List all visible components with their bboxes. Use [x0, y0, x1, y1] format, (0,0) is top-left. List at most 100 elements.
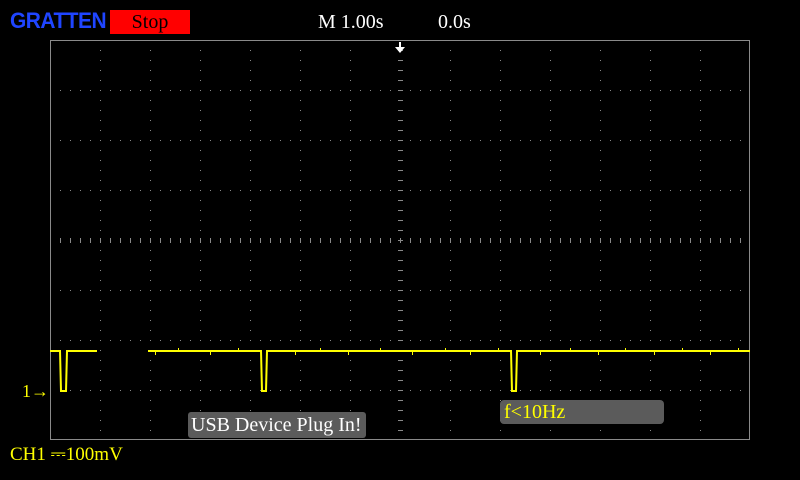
center-tick — [650, 238, 651, 243]
trace-noise-spike — [710, 351, 711, 355]
grid-dot — [100, 360, 101, 361]
grid-dot — [100, 270, 101, 271]
grid-dot — [370, 340, 371, 341]
grid-dot — [450, 110, 451, 111]
center-tick — [690, 238, 691, 243]
grid-dot — [60, 140, 61, 141]
brand-logo: GRATTEN — [10, 8, 107, 33]
usb-notice: USB Device Plug In! — [188, 412, 366, 438]
grid-dot — [550, 320, 551, 321]
center-tick — [230, 238, 231, 243]
grid-dot — [650, 370, 651, 371]
trace-noise-spike — [320, 348, 321, 352]
grid-dot — [700, 410, 701, 411]
grid-dot — [110, 340, 111, 341]
center-tick — [398, 130, 403, 131]
center-tick — [520, 238, 521, 243]
grid-dot — [120, 140, 121, 141]
grid-dot — [520, 340, 521, 341]
grid-dot — [190, 340, 191, 341]
grid-dot — [200, 190, 201, 191]
grid-dot — [700, 380, 701, 381]
grid-dot — [350, 290, 351, 291]
grid-dot — [310, 90, 311, 91]
grid-dot — [350, 300, 351, 301]
grid-dot — [200, 280, 201, 281]
grid-dot — [440, 190, 441, 191]
grid-dot — [550, 290, 551, 291]
center-tick — [190, 238, 191, 243]
grid-dot — [250, 300, 251, 301]
grid-dot — [550, 100, 551, 101]
grid-dot — [450, 130, 451, 131]
grid-dot — [500, 430, 501, 431]
grid-dot — [200, 100, 201, 101]
grid-dot — [150, 370, 151, 371]
grid-dot — [270, 140, 271, 141]
grid-dot — [390, 140, 391, 141]
grid-dot — [700, 60, 701, 61]
grid-dot — [360, 390, 361, 391]
grid-dot — [200, 250, 201, 251]
grid-dot — [450, 370, 451, 371]
grid-dot — [550, 230, 551, 231]
grid-dot — [500, 150, 501, 151]
grid-dot — [500, 130, 501, 131]
grid-dot — [160, 140, 161, 141]
ch1-scale-readout[interactable]: CH1 ⎓100mV — [10, 443, 123, 467]
grid-dot — [720, 140, 721, 141]
grid-dot — [700, 400, 701, 401]
grid-dot — [440, 90, 441, 91]
grid-dot — [650, 310, 651, 311]
grid-dot — [150, 310, 151, 311]
grid-dot — [150, 110, 151, 111]
grid-dot — [290, 390, 291, 391]
center-tick — [450, 238, 451, 243]
grid-dot — [300, 230, 301, 231]
trace-noise-spike — [498, 348, 499, 352]
grid-dot — [500, 250, 501, 251]
center-tick — [300, 238, 301, 243]
grid-dot — [300, 310, 301, 311]
grid-dot — [290, 290, 291, 291]
grid-dot — [600, 320, 601, 321]
grid-dot — [150, 210, 151, 211]
grid-dot — [120, 290, 121, 291]
grid-dot — [690, 340, 691, 341]
grid-dot — [630, 340, 631, 341]
grid-dot — [150, 320, 151, 321]
grid-dot — [90, 90, 91, 91]
grid-dot — [350, 390, 351, 391]
center-tick — [110, 238, 111, 243]
grid-dot — [700, 220, 701, 221]
trace-noise-spike — [540, 351, 541, 355]
grid-dot — [310, 340, 311, 341]
grid-dot — [510, 140, 511, 141]
grid-dot — [270, 290, 271, 291]
grid-dot — [650, 330, 651, 331]
grid-dot — [550, 310, 551, 311]
center-tick — [398, 100, 403, 101]
grid-dot — [200, 390, 201, 391]
grid-dot — [650, 300, 651, 301]
grid-dot — [700, 420, 701, 421]
grid-dot — [390, 290, 391, 291]
grid-dot — [650, 50, 651, 51]
grid-dot — [410, 340, 411, 341]
grid-dot — [220, 340, 221, 341]
grid-dot — [220, 140, 221, 141]
grid-dot — [210, 140, 211, 141]
grid-dot — [650, 250, 651, 251]
run-stop-status[interactable]: Stop — [110, 10, 190, 34]
center-tick — [200, 238, 201, 243]
grid-dot — [550, 380, 551, 381]
waveform-display — [50, 40, 750, 440]
grid-dot — [200, 320, 201, 321]
grid-dot — [300, 330, 301, 331]
grid-dot — [370, 390, 371, 391]
grid-dot — [410, 290, 411, 291]
grid-dot — [260, 90, 261, 91]
grid-dot — [450, 180, 451, 181]
grid-dot — [130, 390, 131, 391]
grid-dot — [140, 140, 141, 141]
